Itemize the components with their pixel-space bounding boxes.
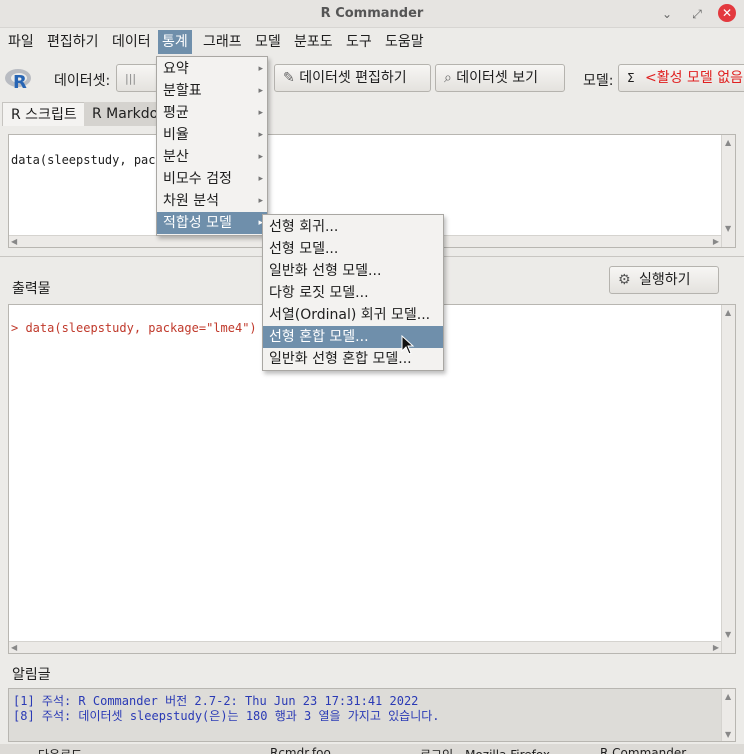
title-bar: R Commander ⌄ ⤢ ✕ — [0, 0, 744, 28]
menu-item-label: 차원 분석 — [163, 193, 219, 209]
menu-bar: 파일 편집하기 데이터 통계 그래프 모델 분포도 도구 도움말 — [0, 28, 744, 56]
taskbar-item[interactable]: 다운로드 — [38, 746, 82, 754]
taskbar: 다운로드 Rcmdr.foo 로그인 - Mozilla Firefox R C… — [0, 744, 744, 754]
view-dataset-label: 데이터셋 보기 — [456, 70, 539, 86]
menu-help[interactable]: 도움말 — [381, 30, 428, 54]
dataset-label: 데이터셋: — [54, 73, 111, 89]
menu-item-contingency[interactable]: 분할표 ▸ — [157, 80, 267, 102]
model-label: 모델: — [583, 73, 614, 89]
menu-statistics[interactable]: 통계 — [158, 30, 192, 54]
dataset-selector[interactable]: ||| — [116, 64, 158, 92]
menu-item-generalized-linear-mixed-model[interactable]: 일반화 선형 혼합 모델... — [263, 348, 443, 370]
sigma-icon: Σ — [627, 71, 635, 85]
submenu-arrow-icon: ▸ — [258, 174, 263, 184]
menu-file[interactable]: 파일 — [4, 30, 38, 54]
submenu-arrow-icon: ▸ — [258, 86, 263, 96]
message-line: [8] 주석: 데이터셋 sleepstudy(은)는 180 행과 3 열을 … — [13, 709, 440, 723]
output-horizontal-scrollbar[interactable]: ◀ ▶ — [9, 641, 721, 653]
menu-item-ordinal-regression[interactable]: 서열(Ordinal) 회귀 모델... — [263, 304, 443, 326]
tab-r-script[interactable]: R 스크립트 — [2, 102, 86, 126]
menu-item-glm[interactable]: 일반화 선형 모델... — [263, 260, 443, 282]
menu-item-nonparametric[interactable]: 비모수 검정 ▸ — [157, 168, 267, 190]
submenu-arrow-icon: ▸ — [258, 152, 263, 162]
output-vertical-scrollbar[interactable]: ▲ ▼ — [721, 305, 735, 653]
fit-models-submenu: 선형 회귀... 선형 모델... 일반화 선형 모델... 다항 로짓 모델.… — [262, 214, 444, 371]
r-logo-icon: R — [5, 69, 31, 92]
menu-graphs[interactable]: 그래프 — [199, 30, 246, 54]
menu-item-fit-models[interactable]: 적합성 모델 ▸ — [157, 212, 267, 234]
script-text: data(sleepstudy, pack — [11, 153, 163, 167]
menu-item-label: 분할표 — [163, 83, 202, 99]
run-button[interactable]: ⚙ 실행하기 — [609, 266, 719, 294]
dataset-grip-icon: ||| — [125, 72, 137, 85]
scroll-right-icon[interactable]: ▶ — [713, 643, 719, 652]
menu-item-variances[interactable]: 분산 ▸ — [157, 146, 267, 168]
menu-item-summaries[interactable]: 요약 ▸ — [157, 58, 267, 80]
submenu-arrow-icon: ▸ — [258, 130, 263, 140]
menu-models[interactable]: 모델 — [251, 30, 285, 54]
menu-edit[interactable]: 편집하기 — [43, 30, 103, 54]
scroll-up-icon[interactable]: ▲ — [725, 692, 731, 701]
menu-data[interactable]: 데이터 — [108, 30, 155, 54]
view-dataset-button[interactable]: ⌕ 데이터셋 보기 — [435, 64, 565, 92]
maximize-icon[interactable]: ⤢ — [688, 5, 706, 23]
model-selector[interactable]: Σ <활성 모델 없음> — [618, 64, 744, 92]
menu-item-dimensional[interactable]: 차원 분석 ▸ — [157, 190, 267, 212]
submenu-arrow-icon: ▸ — [258, 64, 263, 74]
mouse-cursor-icon — [401, 335, 415, 355]
run-button-label: 실행하기 — [639, 272, 691, 288]
pencil-icon: ✎ — [283, 70, 295, 86]
menu-tools[interactable]: 도구 — [342, 30, 376, 54]
scroll-right-icon[interactable]: ▶ — [713, 237, 719, 246]
tab-r-markdown[interactable]: R Markdown — [84, 102, 164, 126]
menu-item-label: 평균 — [163, 105, 189, 121]
scroll-down-icon[interactable]: ▼ — [725, 730, 731, 739]
taskbar-item[interactable]: Rcmdr.foo — [270, 746, 331, 754]
menu-item-linear-mixed-model[interactable]: 선형 혼합 모델... — [263, 326, 443, 348]
menu-item-linear-model[interactable]: 선형 모델... — [263, 238, 443, 260]
scroll-up-icon[interactable]: ▲ — [725, 308, 731, 317]
menu-item-label: 적합성 모델 — [163, 215, 232, 231]
menu-item-label: 분산 — [163, 149, 189, 165]
scroll-up-icon[interactable]: ▲ — [725, 138, 731, 147]
menu-item-label: 비율 — [163, 127, 189, 143]
output-label: 출력물 — [12, 281, 51, 297]
edit-dataset-label: 데이터셋 편집하기 — [299, 70, 407, 86]
active-model-value: <활성 모델 없음> — [645, 70, 744, 86]
menu-item-multinomial-logit[interactable]: 다항 로짓 모델... — [263, 282, 443, 304]
window-title: R Commander — [320, 6, 424, 21]
submenu-arrow-icon: ▸ — [258, 108, 263, 118]
minimize-icon[interactable]: ⌄ — [658, 5, 676, 23]
menu-item-label: 비모수 검정 — [163, 171, 232, 187]
close-icon[interactable]: ✕ — [718, 4, 736, 22]
magnifier-icon: ⌕ — [444, 70, 452, 86]
script-vertical-scrollbar[interactable]: ▲ ▼ — [721, 135, 735, 247]
messages-label: 알림글 — [12, 667, 51, 683]
output-line: > data(sleepstudy, package="lme4") — [11, 321, 257, 335]
scroll-down-icon[interactable]: ▼ — [725, 224, 731, 233]
menu-item-means[interactable]: 평균 ▸ — [157, 102, 267, 124]
scroll-left-icon[interactable]: ◀ — [11, 237, 17, 246]
statistics-menu: 요약 ▸ 분할표 ▸ 평균 ▸ 비율 ▸ 분산 ▸ 비모수 검정 ▸ 차원 분석 ▸ 적합성 … — [156, 56, 268, 236]
menu-item-proportions[interactable]: 비율 ▸ — [157, 124, 267, 146]
toolbar: R 데이터셋: ||| ✎ 데이터셋 편집하기 ⌕ 데이터셋 보기 모델: Σ … — [0, 58, 744, 100]
taskbar-item[interactable]: R Commander — [600, 746, 686, 754]
svg-text:R: R — [13, 72, 27, 92]
scroll-left-icon[interactable]: ◀ — [11, 643, 17, 652]
submenu-arrow-icon: ▸ — [258, 196, 263, 206]
menu-item-label: 요약 — [163, 61, 189, 77]
scroll-down-icon[interactable]: ▼ — [725, 630, 731, 639]
edit-dataset-button[interactable]: ✎ 데이터셋 편집하기 — [274, 64, 431, 92]
menu-item-linear-regression[interactable]: 선형 회귀... — [263, 216, 443, 238]
messages-pane[interactable]: [1] 주석: R Commander 버전 2.7-2: Thu Jun 23… — [8, 688, 736, 742]
gear-run-icon: ⚙ — [618, 272, 631, 288]
messages-vertical-scrollbar[interactable]: ▲ ▼ — [721, 689, 735, 741]
taskbar-item[interactable]: 로그인 - Mozilla Firefox — [420, 746, 550, 754]
menu-distributions[interactable]: 분포도 — [290, 30, 337, 54]
